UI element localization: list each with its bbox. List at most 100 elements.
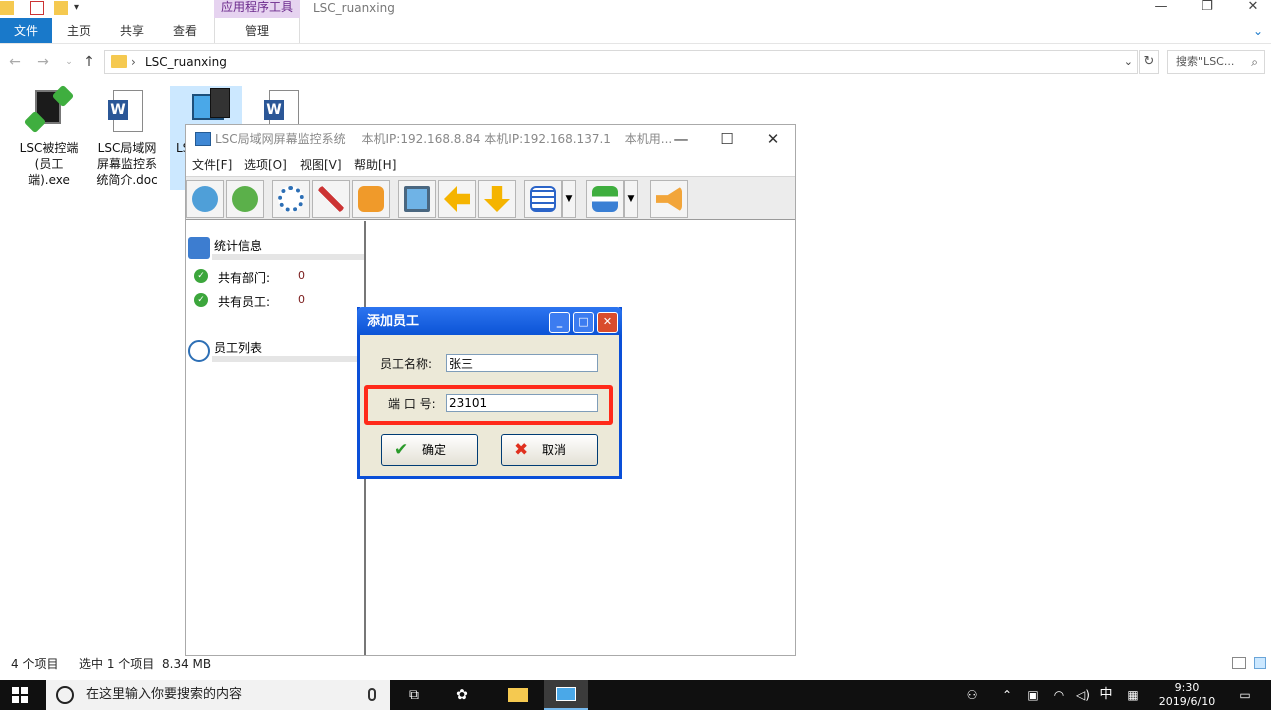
- wifi-icon[interactable]: ◠: [1048, 680, 1070, 710]
- address-bar[interactable]: › LSC_ruanxing ⌄: [104, 50, 1138, 74]
- taskbar-search-input[interactable]: 在这里输入你要搜索的内容: [46, 680, 390, 710]
- tools-button[interactable]: [312, 180, 350, 218]
- cancel-button[interactable]: ✖ 取消: [501, 434, 598, 466]
- user-icon: [232, 186, 258, 212]
- gear-icon: [278, 186, 304, 212]
- status-bar: 4 个项目 选中 1 个项目 8.34 MB: [0, 655, 1271, 675]
- app-menubar: 文件[F] 选项[O] 视图[V] 帮助[H]: [186, 155, 795, 175]
- file-explorer-taskbar-icon[interactable]: [496, 680, 540, 710]
- tab-manage[interactable]: 管理: [214, 18, 300, 43]
- ok-button[interactable]: ✔ 确定: [381, 434, 478, 466]
- properties-icon[interactable]: [30, 1, 44, 15]
- context-tab-group: 应用程序工具: [214, 0, 300, 18]
- word-doc-icon: W: [103, 86, 151, 138]
- monitor-screen-button[interactable]: [398, 180, 436, 218]
- search-placeholder: 搜索"LSC...: [1176, 55, 1235, 68]
- maximize-button[interactable]: ❐: [1184, 0, 1230, 16]
- notifications-icon[interactable]: ▭: [1234, 680, 1256, 710]
- add-department-button[interactable]: [186, 180, 224, 218]
- transfer-dropdown[interactable]: ▼: [624, 180, 638, 218]
- expand-ribbon-icon[interactable]: ⌄: [1248, 18, 1268, 43]
- file-item-controlled-exe[interactable]: LSC被控端(员工端).exe: [14, 84, 84, 188]
- navigation-bar: ← → ⌄ ↑ › LSC_ruanxing ⌄ ↻ 搜索"LSC... ⌕: [0, 48, 1271, 76]
- people-icon[interactable]: ⚇: [960, 680, 984, 710]
- port-highlight-box: [364, 385, 613, 425]
- previous-button[interactable]: [438, 180, 476, 218]
- app-minimize-button[interactable]: —: [658, 125, 704, 155]
- cortana-icon: [56, 686, 74, 704]
- monitor-exe-icon: [23, 84, 75, 138]
- monitor-app-taskbar-icon[interactable]: [544, 680, 588, 710]
- cancel-label: 取消: [542, 443, 567, 457]
- dialog-minimize-button[interactable]: _: [549, 312, 570, 333]
- app-titlebar: LSC局域网屏幕监控系统 本机IP:192.168.8.84 本机IP:192.…: [186, 125, 795, 155]
- taskbar: 在这里输入你要搜索的内容 ⧉ ✿ ⚇ ⌃ ▣ ◠ ◁) 中 ▦ 9:30 201…: [0, 680, 1271, 710]
- left-pane: 统计信息 ✓ 共有部门: 0 ✓ 共有员工: 0 员工列表: [186, 221, 366, 655]
- tab-home[interactable]: 主页: [58, 18, 100, 43]
- folder-icon: [0, 1, 14, 15]
- breadcrumb-path[interactable]: LSC_ruanxing: [145, 52, 227, 72]
- clock[interactable]: 9:30 2019/6/10: [1150, 680, 1224, 710]
- menu-options[interactable]: 选项[O]: [244, 155, 287, 175]
- package-button[interactable]: [352, 180, 390, 218]
- back-arrow-icon[interactable]: ←: [6, 52, 24, 72]
- menu-view[interactable]: 视图[V]: [300, 155, 342, 175]
- employee-name-input[interactable]: [446, 354, 598, 372]
- grid-view-button[interactable]: [524, 180, 562, 218]
- volume-icon[interactable]: ◁): [1072, 680, 1094, 710]
- search-input[interactable]: 搜索"LSC... ⌕: [1167, 50, 1265, 74]
- tab-file[interactable]: 文件: [0, 18, 52, 43]
- users-icon: [192, 186, 218, 212]
- dialog-maximize-button[interactable]: □: [573, 312, 594, 333]
- file-name: LSC局域网屏幕监控系统简介.doc: [96, 141, 158, 187]
- show-hidden-icons-icon[interactable]: ⌃: [998, 680, 1016, 710]
- network-device-icon[interactable]: ▣: [1022, 680, 1044, 710]
- app-title-text: LSC局域网屏幕监控系统 本机IP:192.168.8.84 本机IP:192.…: [215, 125, 672, 154]
- customize-toolbar-icon[interactable]: ▾: [74, 1, 88, 15]
- broadcast-button[interactable]: [650, 180, 688, 218]
- new-folder-icon[interactable]: [54, 1, 68, 15]
- large-icons-view-icon[interactable]: [1254, 657, 1266, 669]
- app-taskbar-icon[interactable]: ✿: [440, 680, 484, 710]
- checkmark-icon: ✔: [394, 440, 409, 460]
- clock-date: 2019/6/10: [1158, 695, 1216, 708]
- file-item-intro-doc[interactable]: W LSC局域网屏幕监控系统简介.doc: [92, 86, 162, 188]
- stat-value: 0: [298, 269, 305, 282]
- windows-start-icon[interactable]: [12, 687, 28, 703]
- breadcrumb-separator-icon: ›: [131, 55, 136, 69]
- input-method-icon[interactable]: ▦: [1122, 680, 1144, 710]
- tab-view[interactable]: 查看: [164, 18, 206, 43]
- task-view-icon[interactable]: ⧉: [392, 680, 436, 710]
- close-button[interactable]: ✕: [1230, 0, 1271, 16]
- ime-indicator[interactable]: 中: [1096, 680, 1116, 710]
- recent-locations-icon[interactable]: ⌄: [60, 52, 78, 72]
- app-toolbar: ▼ ▼: [186, 176, 795, 220]
- selection-size: 8.34 MB: [162, 657, 212, 671]
- next-button[interactable]: [478, 180, 516, 218]
- forward-arrow-icon[interactable]: →: [34, 52, 52, 72]
- transfer-button[interactable]: [586, 180, 624, 218]
- up-arrow-icon[interactable]: ↑: [80, 52, 98, 72]
- explorer-titlebar: ▾ 应用程序工具 LSC_ruanxing — ❐ ✕: [0, 0, 1271, 18]
- arrow-down-icon: [484, 186, 510, 212]
- tab-share[interactable]: 共享: [112, 18, 152, 43]
- transfer-icon: [592, 186, 618, 212]
- add-employee-button[interactable]: [226, 180, 264, 218]
- microphone-icon[interactable]: [368, 688, 376, 701]
- app-maximize-button[interactable]: ☐: [704, 125, 750, 155]
- details-view-icon[interactable]: [1232, 657, 1246, 669]
- cross-icon: ✖: [514, 440, 529, 460]
- refresh-button[interactable]: ↻: [1139, 50, 1159, 74]
- grid-view-dropdown[interactable]: ▼: [562, 180, 576, 218]
- monitor-icon: [404, 186, 430, 212]
- dialog-title: 添加员工: [367, 314, 420, 329]
- minimize-button[interactable]: —: [1138, 0, 1184, 16]
- arrow-left-icon: [444, 186, 470, 212]
- menu-file[interactable]: 文件[F]: [192, 155, 232, 175]
- app-close-button[interactable]: ✕: [750, 125, 796, 155]
- menu-help[interactable]: 帮助[H]: [354, 155, 396, 175]
- chevron-down-icon[interactable]: ⌄: [1124, 52, 1133, 72]
- settings-button[interactable]: [272, 180, 310, 218]
- app-icon: [195, 132, 211, 146]
- dialog-close-button[interactable]: ✕: [597, 312, 618, 333]
